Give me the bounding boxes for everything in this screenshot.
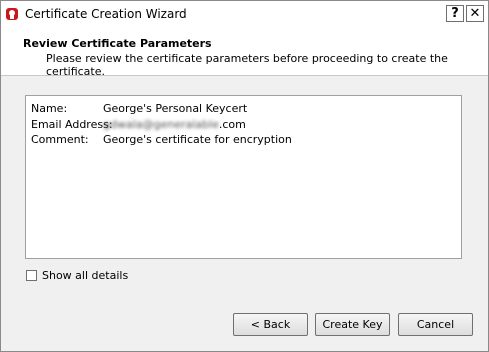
email-obscured: gdwala@generalable xyxy=(103,118,219,131)
email-label: Email Address: xyxy=(31,118,113,131)
comment-label: Comment: xyxy=(31,133,89,146)
email-suffix: .com xyxy=(218,118,246,131)
comment-value: George's certificate for encryption xyxy=(103,133,292,146)
page-title: Review Certificate Parameters xyxy=(23,37,212,50)
detail-row-name: Name: George's Personal Keycert xyxy=(31,102,247,115)
email-value: gdwala@generalable.com xyxy=(103,118,246,131)
show-all-details-checkbox[interactable] xyxy=(26,270,37,281)
window-title: Certificate Creation Wizard xyxy=(25,7,187,21)
wizard-header: Review Certificate Parameters Please rev… xyxy=(1,27,488,78)
help-button[interactable]: ? xyxy=(446,5,464,22)
wizard-window: Certificate Creation Wizard ? ✕ Review C… xyxy=(0,0,489,352)
create-key-button[interactable]: Create Key xyxy=(315,313,390,336)
back-button[interactable]: < Back xyxy=(233,313,308,336)
close-button[interactable]: ✕ xyxy=(466,5,484,22)
name-label: Name: xyxy=(31,102,68,115)
certificate-details-panel[interactable]: Name: George's Personal Keycert Email Ad… xyxy=(25,95,462,259)
cancel-button[interactable]: Cancel xyxy=(398,313,473,336)
title-bar[interactable]: Certificate Creation Wizard ? ✕ xyxy=(1,1,488,27)
page-description: Please review the certificate parameters… xyxy=(46,52,448,78)
name-value: George's Personal Keycert xyxy=(103,102,248,115)
show-all-details-label[interactable]: Show all details xyxy=(42,269,128,282)
detail-row-email: Email Address: gdwala@generalable.com xyxy=(31,118,246,131)
detail-row-comment: Comment: George's certificate for encryp… xyxy=(31,133,292,146)
certificate-app-icon xyxy=(6,8,18,20)
